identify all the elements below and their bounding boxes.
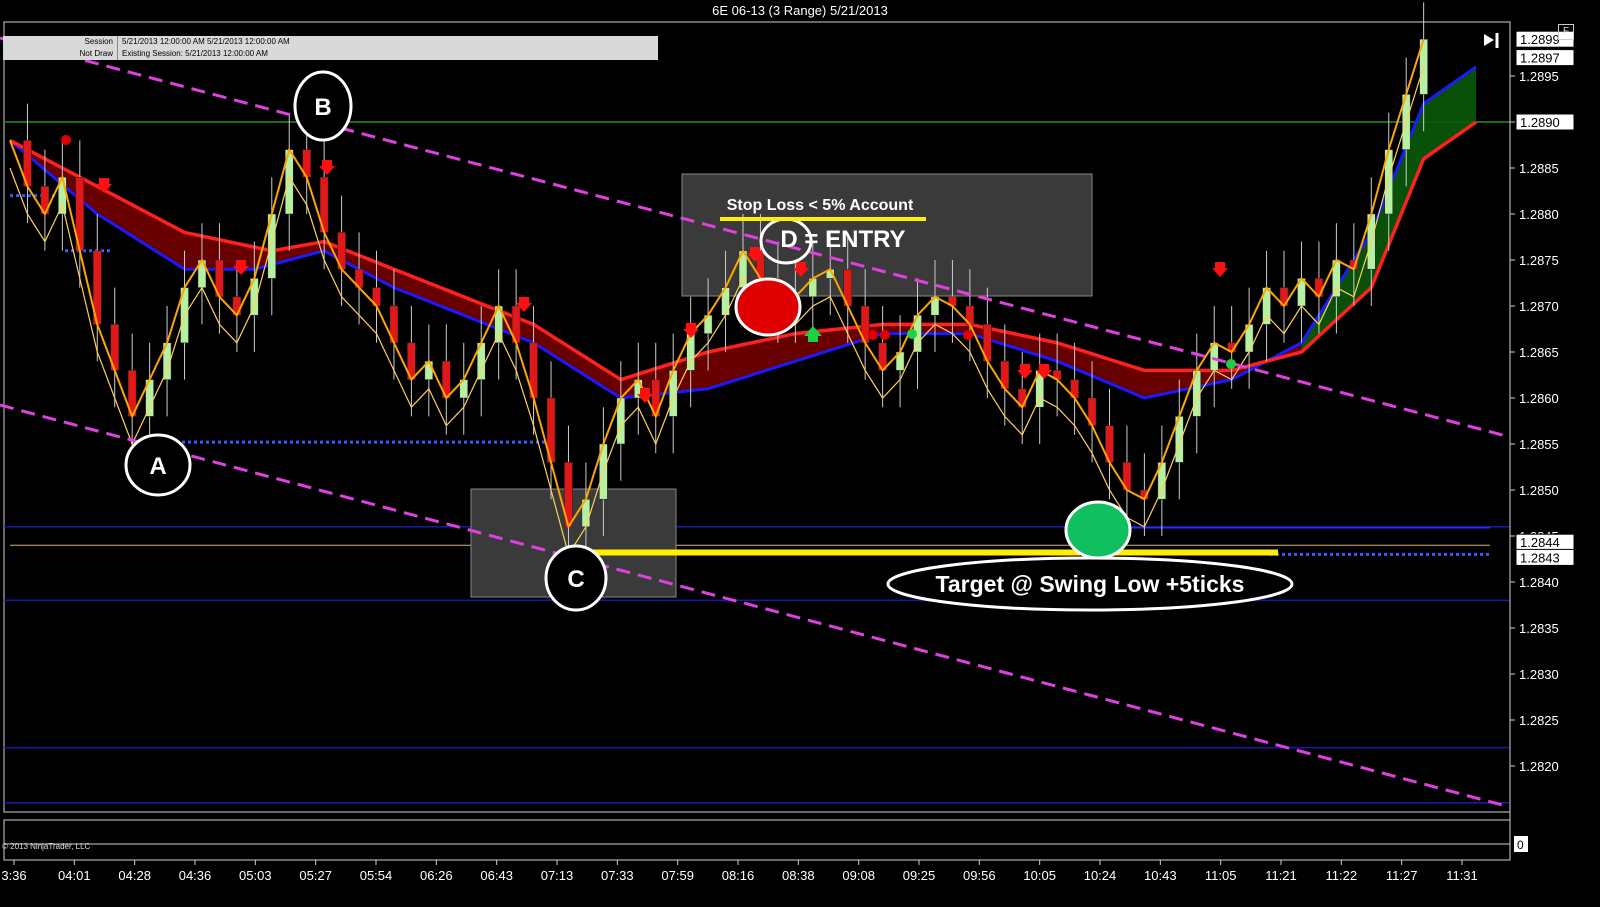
session-value: 5/21/2013 12:00:00 AM 5/21/2013 12:00:00…	[117, 36, 290, 48]
y-tick-label: 1.2825	[1519, 713, 1559, 728]
stop-loss-label: Stop Loss < 5% Account	[727, 197, 914, 214]
x-tick-label: 06:43	[480, 868, 513, 883]
exit-marker	[1064, 500, 1132, 560]
ema-dot	[880, 330, 890, 340]
entry-marker	[734, 277, 802, 337]
y-tick-label: 1.2870	[1519, 299, 1559, 314]
x-tick-label: 07:59	[661, 868, 694, 883]
not-draw-row: Not Draw Existing Session: 5/21/2013 12:…	[3, 48, 658, 60]
fast-ma-line-2	[9, 66, 1425, 556]
y-tick-label: 1.2885	[1519, 161, 1559, 176]
price-label-tag: 1.2890	[1515, 113, 1575, 131]
y-tick-label: 1.2855	[1519, 437, 1559, 452]
x-tick-label: 10:43	[1144, 868, 1177, 883]
price-label-tag: 1.2897	[1515, 49, 1575, 67]
x-tick-label: 11:31	[1446, 868, 1478, 883]
price-tag-text: 1.2897	[1520, 51, 1560, 66]
lower-pane-tag-text: 0	[1517, 838, 1524, 852]
y-tick-label: 1.2850	[1519, 483, 1559, 498]
x-tick-label: 05:27	[299, 868, 332, 883]
target-label: Target @ Swing Low +5ticks	[936, 571, 1245, 597]
sell-arrow-icon	[1212, 262, 1228, 277]
session-row: Session 5/21/2013 12:00:00 AM 5/21/2013 …	[3, 36, 658, 48]
swing-a-label: A	[149, 453, 166, 480]
x-tick-label: 06:26	[420, 868, 453, 883]
sell-arrow-icon	[319, 160, 335, 175]
x-tick-label: 11:05	[1205, 868, 1237, 883]
price-tag-text: 1.2890	[1520, 115, 1560, 130]
x-tick-label: 3:36	[1, 868, 26, 883]
x-tick-label: 05:54	[360, 868, 393, 883]
x-tick-label: 11:27	[1386, 868, 1418, 883]
x-tick-label: 07:13	[541, 868, 574, 883]
x-tick-label: 08:16	[722, 868, 755, 883]
x-tick-label: 07:33	[601, 868, 634, 883]
format-button[interactable]: F	[1558, 24, 1574, 40]
lower-pane-frame	[3, 819, 1511, 861]
x-tick-label: 09:25	[903, 868, 936, 883]
y-tick-label: 1.2830	[1519, 667, 1559, 682]
session-key: Session	[84, 37, 113, 46]
x-tick-label: 09:56	[963, 868, 996, 883]
swing-b-label: B	[314, 94, 331, 121]
ema-dot	[868, 330, 878, 340]
price-label-tag: 1.2843	[1515, 548, 1575, 566]
price-tag-text: 1.2843	[1520, 550, 1560, 565]
price-pane-frame	[3, 21, 1511, 813]
upper-trendline	[0, 36, 1511, 439]
candles-group	[23, 2, 1428, 564]
x-tick-label: 10:24	[1084, 868, 1117, 883]
x-tick-label: 05:03	[239, 868, 272, 883]
y-tick-label: 1.2875	[1519, 253, 1559, 268]
ema-dot	[963, 330, 973, 340]
x-tick-label: 10:05	[1023, 868, 1056, 883]
x-tick-label: 04:01	[58, 868, 91, 883]
x-tick-label: 09:08	[842, 868, 875, 883]
y-tick-label: 1.2835	[1519, 621, 1559, 636]
copyright-text: © 2013 NinjaTrader, LLC	[2, 842, 91, 851]
x-tick-label: 04:36	[179, 868, 212, 883]
lower-trendline	[0, 403, 1511, 809]
y-tick-label: 1.2895	[1519, 69, 1559, 84]
ema-dot	[1226, 359, 1236, 369]
chart-title: 6E 06-13 (3 Range) 5/21/2013	[712, 3, 888, 18]
not-draw-key: Not Draw	[79, 49, 113, 58]
end-marker-icon	[1484, 34, 1494, 46]
not-draw-value: Existing Session: 5/21/2013 12:00:00 AM	[117, 48, 268, 60]
y-tick-label: 1.2820	[1519, 759, 1559, 774]
ema-dot	[61, 135, 71, 145]
price-tag-text: 1.2844	[1520, 535, 1560, 550]
session-info-box: Session 5/21/2013 12:00:00 AM 5/21/2013 …	[3, 36, 658, 60]
price-tag-text: 1.2899	[1520, 32, 1560, 47]
x-tick-label: 11:22	[1326, 868, 1358, 883]
x-tick-label: 08:38	[782, 868, 815, 883]
y-tick-label: 1.2880	[1519, 207, 1559, 222]
x-tick-label: 11:21	[1265, 868, 1297, 883]
x-tick-label: 04:28	[118, 868, 151, 883]
price-label-tag: 1.2844	[1515, 533, 1575, 551]
y-tick-label: 1.2860	[1519, 391, 1559, 406]
y-tick-label: 1.2840	[1519, 575, 1559, 590]
swing-c-label: C	[567, 566, 584, 593]
price-chart[interactable]: A B C D = ENTRY Stop Loss < 5% Account Target…	[0, 0, 1600, 907]
entry-label: D = ENTRY	[780, 226, 905, 253]
ema-dot	[907, 329, 917, 339]
y-tick-label: 1.2865	[1519, 345, 1559, 360]
sell-arrow-icon	[683, 323, 699, 338]
sell-arrow-icon	[1017, 364, 1033, 379]
